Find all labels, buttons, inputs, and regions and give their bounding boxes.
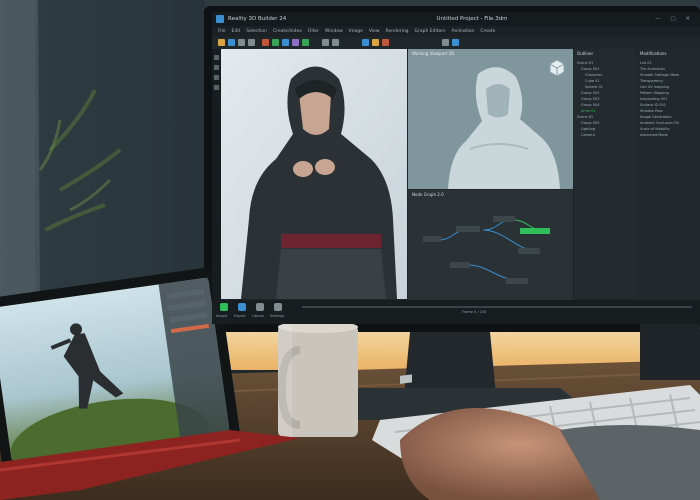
redo-icon[interactable] (248, 39, 255, 46)
node-graph-canvas (437, 219, 549, 281)
render-icon[interactable] (362, 39, 369, 46)
graph-node[interactable] (506, 278, 528, 284)
menu-selection[interactable]: Selection (246, 26, 267, 37)
import-label[interactable]: Import (216, 314, 228, 318)
view-cube-icon[interactable] (548, 59, 566, 77)
menu-file[interactable]: File (218, 26, 226, 37)
window-controls[interactable]: — ▢ ✕ (655, 12, 694, 26)
monitor-screen: Reality 3D Builder 24 Untitled Project -… (212, 12, 700, 324)
menu-create-index[interactable]: Create/Index (273, 26, 302, 37)
graph-node[interactable] (423, 236, 441, 242)
outliner-title: Outliner (577, 51, 594, 56)
document-title: Untitled Project - File.3dm (436, 16, 508, 22)
snap-icon[interactable] (332, 39, 339, 46)
crop-tool-icon[interactable] (214, 85, 219, 90)
menu-window[interactable]: Window (325, 26, 343, 37)
left-tool-strip (212, 49, 221, 309)
3d-viewport[interactable]: Working Viewport 3D (408, 49, 573, 189)
library-icon[interactable] (256, 303, 264, 311)
menu-create[interactable]: Create (480, 26, 495, 37)
bottom-bar: Import Export Library Settings Frame 0 /… (212, 300, 700, 324)
menu-filter[interactable]: Filter (308, 26, 319, 37)
export-label[interactable]: Export (234, 314, 245, 318)
brush-tool-icon[interactable] (214, 65, 219, 70)
properties-title: Modifications (640, 51, 667, 56)
reference-image-viewport[interactable] (221, 49, 407, 299)
menu-bar: File Edit Selection Create/Index Filter Windo… (212, 26, 700, 37)
node-graph-panel[interactable]: Node Graph 2.0 (408, 190, 573, 300)
play-icon[interactable] (272, 39, 279, 46)
app-title: Reality 3D Builder 24 (228, 16, 287, 22)
library-label[interactable]: Library (252, 314, 264, 318)
menu-rendering[interactable]: Rendering (386, 26, 409, 37)
graph-node[interactable] (456, 226, 480, 232)
folder-icon[interactable] (218, 39, 225, 46)
select-tool-icon[interactable] (214, 55, 219, 60)
graph-node[interactable] (518, 248, 540, 254)
timeline-readout: Frame 0 / 240 (462, 310, 487, 314)
material-icon[interactable] (382, 39, 389, 46)
app-logo-icon (216, 15, 224, 23)
export-icon[interactable] (238, 303, 246, 311)
menu-image[interactable]: Image (349, 26, 363, 37)
graph-node-selected[interactable] (520, 228, 550, 234)
outliner-panel: Outliner Scene 01 Group 001 Character Cu… (574, 49, 636, 299)
graph-node[interactable] (493, 216, 515, 222)
properties-panel: Modifications List 01 Tile Animation Smo… (637, 49, 700, 299)
title-bar: Reality 3D Builder 24 Untitled Project -… (212, 12, 700, 26)
grid-icon[interactable] (322, 39, 329, 46)
outliner-row[interactable]: Camera (577, 132, 633, 138)
menu-animation[interactable]: Animation (451, 26, 474, 37)
settings-label[interactable]: Settings (270, 314, 284, 318)
record-icon[interactable] (262, 39, 269, 46)
menu-view[interactable]: View (369, 26, 380, 37)
import-icon[interactable] (220, 303, 228, 311)
move-icon[interactable] (282, 39, 289, 46)
timeline-track[interactable] (302, 306, 692, 308)
transform-tool-icon[interactable] (214, 75, 219, 80)
menu-edit[interactable]: Edit (232, 26, 241, 37)
light-icon[interactable] (372, 39, 379, 46)
menu-graph-editors[interactable]: Graph Editors (415, 26, 446, 37)
graph-node[interactable] (450, 262, 470, 268)
layout-icon[interactable] (442, 39, 449, 46)
scale-icon[interactable] (302, 39, 309, 46)
undo-icon[interactable] (238, 39, 245, 46)
property-row[interactable]: Advanced Mode (640, 132, 697, 138)
save-icon[interactable] (228, 39, 235, 46)
rotate-icon[interactable] (292, 39, 299, 46)
settings-icon[interactable] (274, 303, 282, 311)
camera-icon[interactable] (452, 39, 459, 46)
